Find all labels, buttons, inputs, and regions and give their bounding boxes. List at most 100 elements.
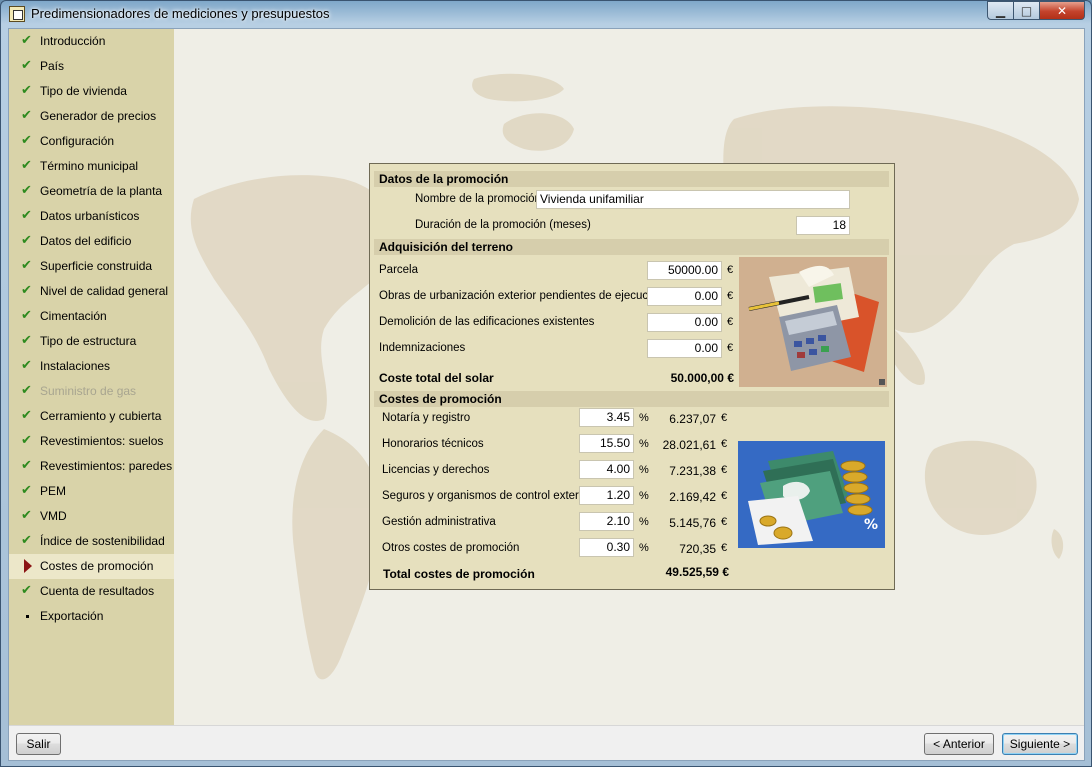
cost-percent-input[interactable]: 0.30 (579, 538, 634, 557)
sidebar-item[interactable]: ✔ VMD (9, 504, 174, 529)
sidebar-item[interactable]: ✔ Datos del edificio (9, 229, 174, 254)
sidebar-item[interactable]: ✔ Índice de sostenibilidad (9, 529, 174, 554)
bullet-icon (26, 615, 29, 618)
exit-button[interactable]: Salir (16, 733, 61, 755)
cost-amount: 5.145,76 (669, 516, 716, 530)
sidebar-item-label: Cuenta de resultados (40, 584, 155, 598)
sidebar-item-label: Generador de precios (40, 109, 157, 123)
next-button[interactable]: Siguiente > (1002, 733, 1078, 755)
section-promotion-costs: Costes de promoción (374, 391, 889, 407)
sidebar-item-label: Costes de promoción (40, 559, 154, 573)
cost-row-label: Seguros y organismos de control externo (382, 490, 592, 502)
sidebar-item-label: Suministro de gas (40, 384, 137, 398)
cost-percent-input[interactable]: 2.10 (579, 512, 634, 531)
checkmark-icon: ✔ (21, 258, 32, 273)
cost-row-label: Gestión administrativa (382, 516, 496, 528)
title-bar[interactable]: Predimensionadores de mediciones y presu… (1, 1, 1091, 27)
checkmark-icon: ✔ (21, 383, 32, 398)
cost-percent-input[interactable]: 3.45 (579, 408, 634, 427)
land-row-input[interactable]: 0.00 (647, 339, 722, 358)
sidebar-item-label: Superficie construida (40, 259, 153, 273)
checkmark-icon: ✔ (21, 533, 32, 548)
sidebar-item[interactable]: ✔ Revestimientos: paredes (9, 454, 174, 479)
sidebar-item[interactable]: Exportación (9, 604, 174, 629)
checkmark-icon: ✔ (21, 433, 32, 448)
main-content: Datos de la promoción Nombre de la promo… (174, 29, 1084, 725)
cost-row-label: Otros costes de promoción (382, 542, 520, 554)
calculator-picture (739, 257, 887, 387)
land-row-input[interactable]: 50000.00 (647, 261, 722, 280)
sidebar-item[interactable]: ✔ Superficie construida (9, 254, 174, 279)
sidebar-item[interactable]: ✔ Datos urbanísticos (9, 204, 174, 229)
cost-amount: 6.237,07 (669, 412, 716, 426)
bottom-bar: Salir < Anterior Siguiente > (9, 725, 1084, 760)
promotion-name-label: Nombre de la promoción (415, 193, 541, 205)
sidebar-item-label: Configuración (40, 134, 115, 148)
checkmark-icon: ✔ (21, 58, 32, 73)
euro-unit: € (721, 542, 728, 554)
sidebar-item[interactable]: Costes de promoción (9, 554, 174, 579)
euro-unit: € (727, 264, 734, 276)
sidebar-item[interactable]: ✔ Tipo de vivienda (9, 79, 174, 104)
checkmark-icon: ✔ (21, 158, 32, 173)
cost-percent-input[interactable]: 1.20 (579, 486, 634, 505)
sidebar-item[interactable]: ✔ Generador de precios (9, 104, 174, 129)
euro-unit: € (721, 438, 728, 450)
cost-amount: 28.021,61 (662, 438, 716, 452)
promotion-name-input[interactable]: Vivienda unifamiliar (536, 190, 850, 209)
checkmark-icon: ✔ (21, 108, 32, 123)
checkmark-icon: ✔ (21, 208, 32, 223)
land-row-label: Obras de urbanización exterior pendiente… (379, 290, 664, 302)
sidebar-item[interactable]: ✔ País (9, 54, 174, 79)
maximize-button[interactable]: □ (1014, 1, 1040, 20)
euro-unit: € (721, 464, 728, 476)
checkmark-icon: ✔ (21, 508, 32, 523)
sidebar-item[interactable]: ✔ Instalaciones (9, 354, 174, 379)
cost-amount: 720,35 (679, 542, 716, 556)
sidebar-item[interactable]: ✔ Geometría de la planta (9, 179, 174, 204)
land-total-value: 50.000,00 € (670, 371, 734, 385)
checkmark-icon: ✔ (21, 33, 32, 48)
cost-amount: 2.169,42 (669, 490, 716, 504)
cost-percent-input[interactable]: 4.00 (579, 460, 634, 479)
sidebar-item: ✔ Suministro de gas (9, 379, 174, 404)
previous-button[interactable]: < Anterior (924, 733, 994, 755)
checkmark-icon: ✔ (21, 133, 32, 148)
checkmark-icon: ✔ (21, 283, 32, 298)
sidebar-item-label: Revestimientos: suelos (40, 434, 164, 448)
land-row-input[interactable]: 0.00 (647, 313, 722, 332)
sidebar-item-label: Tipo de vivienda (40, 84, 127, 98)
window-title: Predimensionadores de mediciones y presu… (31, 6, 330, 21)
checkmark-icon: ✔ (21, 308, 32, 323)
cost-row-label: Notaría y registro (382, 412, 471, 424)
promotion-duration-input[interactable]: 18 (796, 216, 850, 235)
sidebar-item[interactable]: ✔ PEM (9, 479, 174, 504)
cost-row-label: Honorarios técnicos (382, 438, 484, 450)
sidebar-item-label: VMD (40, 509, 67, 523)
euro-unit: € (721, 516, 728, 528)
sidebar-item[interactable]: ✔ Cuenta de resultados (9, 579, 174, 604)
money-picture: % (738, 441, 885, 548)
svg-text:%: % (864, 517, 878, 533)
cost-percent-input[interactable]: 15.50 (579, 434, 634, 453)
sidebar-item[interactable]: ✔ Cerramiento y cubierta (9, 404, 174, 429)
land-row-label: Demolición de las edificaciones existent… (379, 316, 595, 328)
sidebar-item-label: Geometría de la planta (40, 184, 163, 198)
sidebar-item-label: PEM (40, 484, 67, 498)
cost-amount: 7.231,38 (669, 464, 716, 478)
minimize-button[interactable]: ▁ (987, 1, 1014, 20)
sidebar-item[interactable]: ✔ Configuración (9, 129, 174, 154)
sidebar-item[interactable]: ✔ Introducción (9, 29, 174, 54)
sidebar-item[interactable]: ✔ Nivel de calidad general (9, 279, 174, 304)
sidebar-item-label: Tipo de estructura (40, 334, 137, 348)
checkmark-icon: ✔ (21, 583, 32, 598)
sidebar-item[interactable]: ✔ Término municipal (9, 154, 174, 179)
sidebar-item[interactable]: ✔ Revestimientos: suelos (9, 429, 174, 454)
sidebar-item[interactable]: ✔ Tipo de estructura (9, 329, 174, 354)
sidebar-item[interactable]: ✔ Cimentación (9, 304, 174, 329)
promotion-duration-label: Duración de la promoción (meses) (415, 219, 591, 231)
close-button[interactable]: ✕ (1040, 1, 1085, 20)
sidebar-item-label: Nivel de calidad general (40, 284, 169, 298)
land-row-input[interactable]: 0.00 (647, 287, 722, 306)
checkmark-icon: ✔ (21, 483, 32, 498)
